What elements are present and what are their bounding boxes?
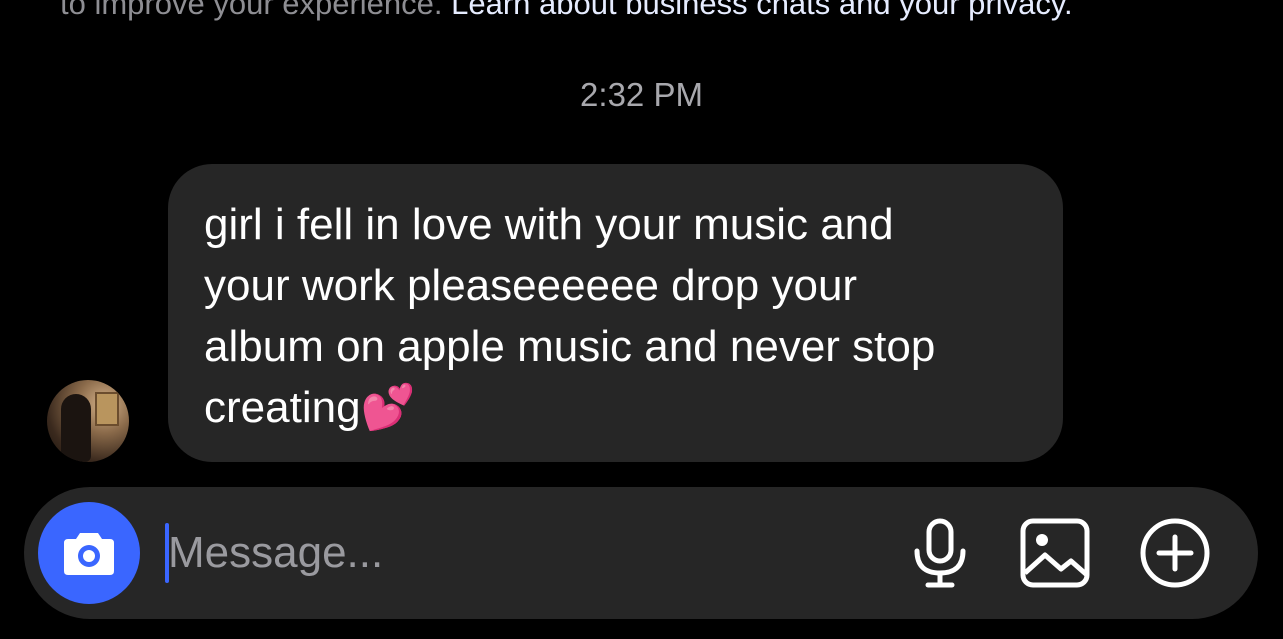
- privacy-link[interactable]: Learn about business chats and your priv…: [451, 0, 1073, 21]
- camera-icon: [64, 533, 114, 575]
- message-text: girl i fell in love with your music and …: [204, 200, 936, 432]
- notice-text: to improve your experience.: [60, 0, 452, 21]
- sender-avatar[interactable]: [47, 380, 129, 462]
- avatar-photo-detail: [95, 392, 119, 426]
- voice-message-button[interactable]: [902, 515, 978, 591]
- gallery-button[interactable]: [1017, 515, 1093, 591]
- gallery-icon: [1020, 518, 1090, 588]
- plus-circle-icon: [1140, 518, 1210, 588]
- business-chat-notice: to improve your experience. Learn about …: [60, 0, 1260, 22]
- microphone-icon: [914, 518, 966, 588]
- message-composer: [24, 487, 1258, 619]
- avatar-photo-figure: [61, 394, 91, 462]
- add-button[interactable]: [1137, 515, 1213, 591]
- received-message-bubble[interactable]: girl i fell in love with your music and …: [168, 164, 1063, 462]
- message-input[interactable]: [168, 517, 868, 589]
- message-timestamp: 2:32 PM: [580, 76, 703, 113]
- camera-button[interactable]: [38, 502, 140, 604]
